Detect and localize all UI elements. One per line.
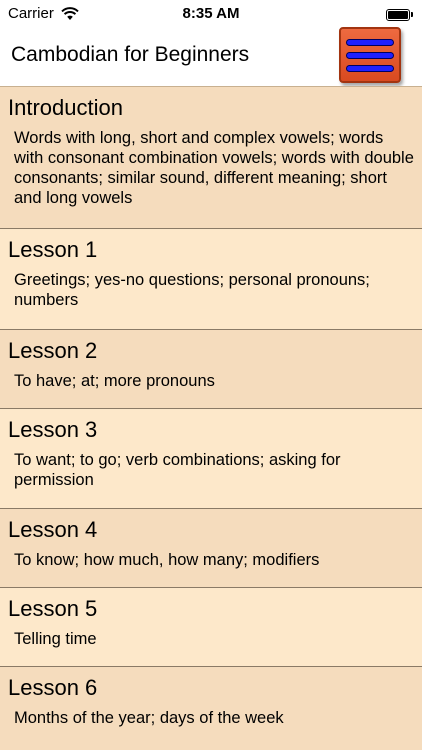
lesson-description: Words with long, short and complex vowel… — [14, 129, 414, 207]
lesson-description: Greetings; yes-no questions; personal pr… — [14, 271, 370, 309]
lesson-title: Lesson 6 — [8, 675, 98, 700]
lesson-row-6[interactable]: Lesson 6 Months of the year; days of the… — [0, 667, 422, 750]
battery-fill — [388, 10, 408, 19]
lesson-row-2[interactable]: Lesson 2 To have; at; more pronouns — [0, 330, 422, 409]
lesson-description: Months of the year; days of the week — [14, 709, 284, 727]
lesson-row-3[interactable]: Lesson 3 To want; to go; verb combinatio… — [0, 409, 422, 509]
status-time: 8:35 AM — [182, 5, 240, 22]
hamburger-menu-button[interactable] — [339, 27, 401, 83]
lesson-description: To want; to go; verb combinations; askin… — [14, 451, 341, 489]
lesson-title: Lesson 4 — [8, 517, 98, 542]
status-bar: Carrier 8:35 AM — [0, 0, 422, 28]
page-title: Cambodian for Beginners — [11, 43, 250, 66]
lesson-row-1[interactable]: Lesson 1 Greetings; yes-no questions; pe… — [0, 229, 422, 330]
lesson-title: Lesson 5 — [8, 596, 98, 621]
lesson-title: Lesson 1 — [8, 237, 98, 262]
battery-tip — [411, 12, 413, 17]
lesson-title: Lesson 2 — [8, 338, 98, 363]
lesson-list: Introduction Words with long, short and … — [0, 86, 422, 750]
lesson-row-5[interactable]: Lesson 5 Telling time — [0, 588, 422, 667]
lesson-row-introduction[interactable]: Introduction Words with long, short and … — [0, 87, 422, 229]
battery-body — [386, 8, 410, 21]
lesson-description: To know; how much, how many; modifiers — [14, 551, 320, 569]
lesson-description: Telling time — [14, 630, 97, 648]
lesson-row-4[interactable]: Lesson 4 To know; how much, how many; mo… — [0, 509, 422, 588]
lesson-title: Lesson 3 — [8, 417, 98, 442]
lesson-title: Introduction — [8, 95, 123, 120]
menu-bar-line — [346, 51, 394, 59]
lesson-description: To have; at; more pronouns — [14, 372, 215, 390]
battery-icon — [386, 8, 414, 21]
menu-bar-line — [346, 64, 394, 72]
menu-bar-line — [346, 38, 394, 46]
